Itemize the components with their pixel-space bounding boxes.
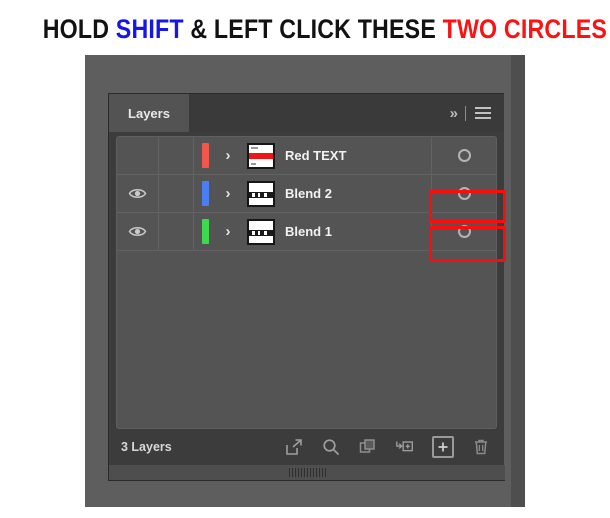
target-circle-icon [457, 149, 471, 162]
target-circle-red-text[interactable] [431, 137, 496, 174]
panel-footer: 3 Layers [109, 429, 504, 465]
layer-count-label: 3 Layers [121, 440, 172, 454]
chevron-right-icon[interactable]: › [216, 137, 240, 174]
tab-layers-label: Layers [128, 105, 170, 121]
instruction-headline: HOLD SHIFT & LEFT CLICK THESE TWO CIRCLE… [42, 14, 607, 44]
eye-icon [128, 189, 147, 198]
table-row[interactable]: › Red TEXT [117, 137, 496, 175]
lock-toggle-blend-1[interactable] [159, 213, 194, 250]
target-circle-blend-1[interactable] [431, 213, 496, 250]
layer-list: › Red TEXT › Blend 2 › Blend 1 [116, 136, 497, 429]
release-to-layers-icon[interactable] [284, 437, 304, 457]
chevron-right-icon[interactable]: › [216, 175, 240, 212]
backdrop-right-strip [511, 55, 525, 507]
visibility-toggle-blend-2[interactable] [117, 175, 159, 212]
visibility-toggle-red-text[interactable] [117, 137, 159, 174]
layers-panel: Layers » › Red TEXT › Blend 2 › Blend 1 … [108, 93, 504, 465]
blend-thumbnail [240, 213, 282, 250]
delete-layer-icon[interactable] [471, 437, 491, 457]
eye-icon [128, 227, 147, 236]
target-circle-icon [457, 187, 471, 200]
locate-object-icon[interactable] [321, 437, 341, 457]
panel-header-controls: » [450, 94, 504, 132]
panel-header: Layers » [109, 94, 504, 132]
headline-segment-1: HOLD [42, 14, 116, 44]
create-sublayer-icon[interactable] [395, 437, 415, 457]
target-circle-icon [457, 225, 471, 238]
layer-name-blend-1[interactable]: Blend 1 [282, 213, 431, 250]
lock-toggle-red-text[interactable] [159, 137, 194, 174]
duplicate-layer-icon[interactable] [358, 437, 378, 457]
layer-name-red-text[interactable]: Red TEXT [282, 137, 431, 174]
grip-lines-icon [288, 468, 326, 477]
target-circle-blend-2[interactable] [431, 175, 496, 212]
visibility-toggle-blend-1[interactable] [117, 213, 159, 250]
red-text-thumbnail [240, 137, 282, 174]
layer-name-blend-2[interactable]: Blend 2 [282, 175, 431, 212]
hamburger-menu-icon[interactable] [475, 104, 491, 122]
header-divider [465, 105, 466, 121]
tab-layers[interactable]: Layers [109, 94, 189, 132]
table-row[interactable]: › Blend 1 [117, 213, 496, 251]
lock-toggle-blend-2[interactable] [159, 175, 194, 212]
new-layer-icon[interactable] [432, 436, 454, 458]
headline-segment-shift: SHIFT [115, 14, 184, 44]
chevron-right-icon[interactable]: › [216, 213, 240, 250]
double-chevron-right-icon[interactable]: » [450, 106, 458, 121]
layer-list-container: › Red TEXT › Blend 2 › Blend 1 [109, 132, 504, 429]
layer-color-swatch-red-text [194, 137, 216, 174]
layer-color-swatch-blend-2 [194, 175, 216, 212]
backdrop-bottom-strip [85, 495, 511, 507]
panel-resize-grip[interactable] [108, 465, 505, 481]
layer-color-swatch-blend-1 [194, 213, 216, 250]
panel-header-spacer [189, 94, 450, 132]
blend-thumbnail [240, 175, 282, 212]
table-row[interactable]: › Blend 2 [117, 175, 496, 213]
headline-segment-3: & LEFT CLICK THESE [183, 14, 443, 44]
headline-segment-two-circles: TWO CIRCLES [442, 14, 608, 44]
footer-icon-bar [172, 436, 493, 458]
